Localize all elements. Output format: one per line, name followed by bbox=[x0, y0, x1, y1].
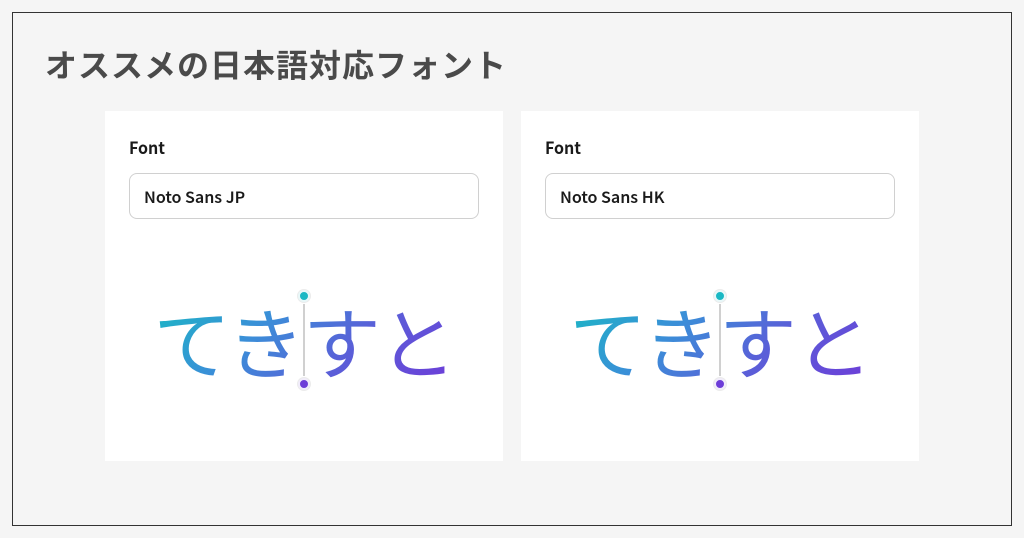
page-title: オススメの日本語対応フォント bbox=[45, 41, 979, 87]
font-selector[interactable]: Noto Sans HK bbox=[545, 173, 895, 219]
cards-container: Font Noto Sans JP てきすと Font Noto Sans HK… bbox=[45, 111, 979, 461]
preview-text[interactable]: てきすと bbox=[153, 301, 455, 379]
preview-area: てきすと bbox=[129, 239, 479, 441]
font-label: Font bbox=[545, 135, 895, 159]
preview-area: てきすと bbox=[545, 239, 895, 441]
font-card-jp: Font Noto Sans JP てきすと bbox=[105, 111, 503, 461]
font-selector[interactable]: Noto Sans JP bbox=[129, 173, 479, 219]
font-label: Font bbox=[129, 135, 479, 159]
preview-text[interactable]: てきすと bbox=[569, 301, 871, 379]
outer-frame: オススメの日本語対応フォント Font Noto Sans JP てきすと Fo… bbox=[12, 12, 1012, 526]
font-card-hk: Font Noto Sans HK てきすと bbox=[521, 111, 919, 461]
